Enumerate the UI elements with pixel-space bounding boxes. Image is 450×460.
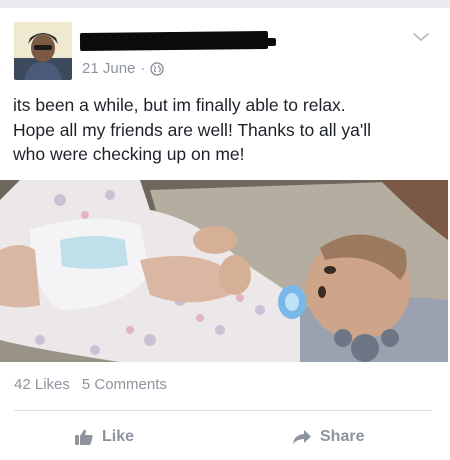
chevron-down-icon[interactable] bbox=[412, 30, 430, 42]
profile-avatar[interactable] bbox=[14, 22, 72, 80]
post-meta: 21 June · bbox=[82, 60, 165, 77]
engagement-counts: 42 Likes 5 Comments bbox=[14, 376, 167, 393]
post-photo[interactable] bbox=[0, 180, 448, 362]
post-text-line: Hope all my friends are well! Thanks to … bbox=[13, 119, 372, 140]
globe-icon bbox=[150, 61, 165, 76]
top-strip bbox=[0, 0, 450, 8]
like-label: Like bbox=[102, 428, 135, 445]
post-text-line: who were checking up on me! bbox=[13, 144, 245, 164]
share-button[interactable]: Share bbox=[292, 428, 364, 446]
share-label: Share bbox=[320, 428, 365, 445]
share-arrow-icon bbox=[292, 429, 312, 445]
comments-count[interactable]: 5 Comments bbox=[82, 376, 167, 393]
name-redaction-bar bbox=[79, 31, 269, 51]
thumbs-up-icon bbox=[74, 428, 94, 446]
likes-count[interactable]: 42 Likes bbox=[14, 376, 70, 393]
post-text-line: its been a while, but im finally able to… bbox=[13, 95, 346, 115]
post-date[interactable]: 21 June bbox=[82, 60, 135, 77]
meta-separator: · bbox=[140, 60, 146, 77]
post-text: its been a while, but im finally able to… bbox=[13, 93, 438, 167]
like-button[interactable]: Like bbox=[74, 428, 134, 446]
name-redaction-bar-tail bbox=[262, 38, 276, 46]
divider bbox=[14, 410, 432, 411]
